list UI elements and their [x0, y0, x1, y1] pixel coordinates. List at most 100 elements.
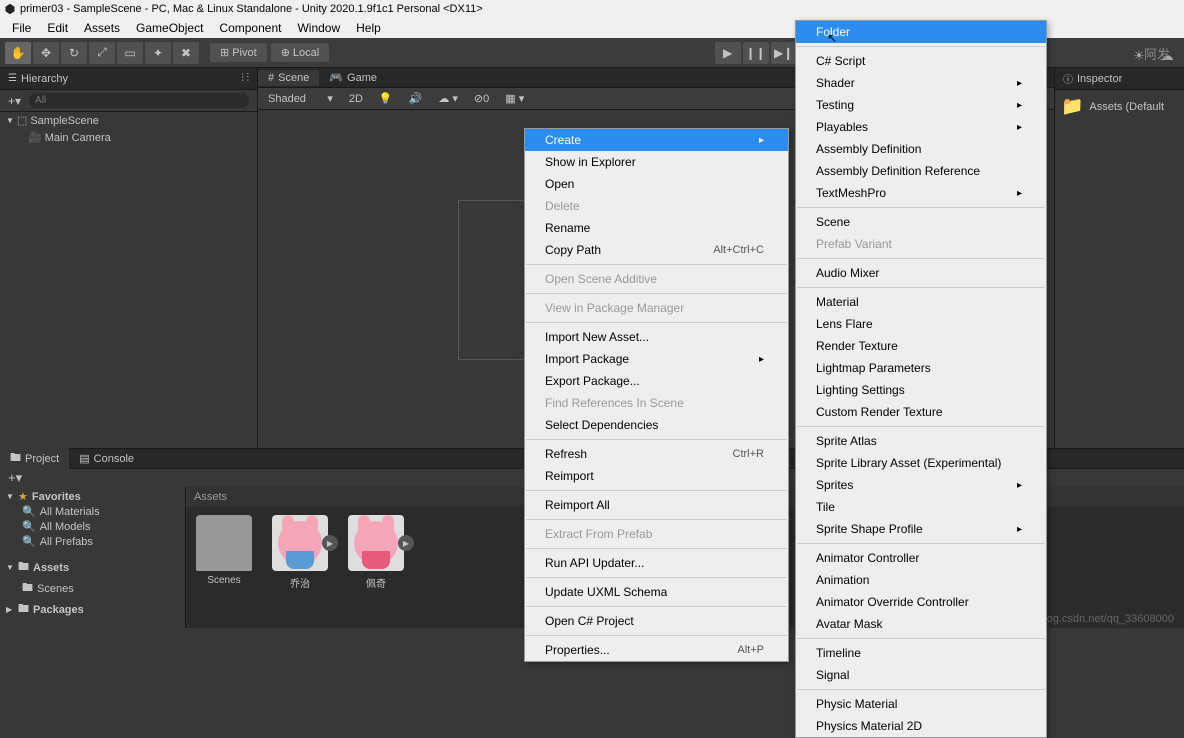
menu-item-material[interactable]: Material — [796, 291, 1046, 313]
menu-item-sprite-library-asset-experimental-[interactable]: Sprite Library Asset (Experimental) — [796, 452, 1046, 474]
menu-item-c-script[interactable]: C# Script — [796, 50, 1046, 72]
add-icon[interactable]: +▾ — [4, 94, 25, 108]
menu-item-open-c-project[interactable]: Open C# Project — [525, 610, 788, 632]
submenu-arrow-icon: ▸ — [1017, 524, 1022, 535]
pause-button[interactable]: ❙❙ — [743, 42, 769, 64]
all-prefabs[interactable]: 🔍All Prefabs — [0, 534, 185, 549]
menu-item-assembly-definition-reference[interactable]: Assembly Definition Reference — [796, 160, 1046, 182]
fx-icon[interactable]: ☁ ▾ — [432, 90, 464, 107]
create-submenu[interactable]: Folder C# ScriptShader▸Testing▸Playables▸… — [795, 20, 1047, 738]
menu-item-reimport-all[interactable]: Reimport All — [525, 494, 788, 516]
menu-item-physic-material[interactable]: Physic Material — [796, 693, 1046, 715]
menu-item-assembly-definition[interactable]: Assembly Definition — [796, 138, 1046, 160]
panel-menu-icon[interactable]: ⫶ ⋮ — [241, 73, 249, 84]
expand-arrow-icon[interactable]: ▼ — [6, 116, 14, 125]
menu-help[interactable]: Help — [348, 19, 389, 37]
hierarchy-tab[interactable]: ☰ Hierarchy ⫶ ⋮ — [0, 68, 257, 90]
menu-item-lighting-settings[interactable]: Lighting Settings — [796, 379, 1046, 401]
hierarchy-search-input[interactable] — [29, 93, 249, 108]
menu-item-textmeshpro[interactable]: TextMeshPro▸ — [796, 182, 1046, 204]
menu-item-properties-[interactable]: Properties...Alt+P — [525, 639, 788, 661]
audio-icon[interactable]: 🔊 — [403, 90, 429, 107]
menu-item-animator-override-controller[interactable]: Animator Override Controller — [796, 591, 1046, 613]
menu-item-sprites[interactable]: Sprites▸ — [796, 474, 1046, 496]
menu-assets[interactable]: Assets — [76, 19, 128, 37]
menu-item-audio-mixer[interactable]: Audio Mixer — [796, 262, 1046, 284]
shaded-dropdown[interactable]: Shaded ▾ — [262, 90, 339, 107]
menu-item-export-package-[interactable]: Export Package... — [525, 370, 788, 392]
menu-item-copy-path[interactable]: Copy PathAlt+Ctrl+C — [525, 239, 788, 261]
menu-item-rename[interactable]: Rename — [525, 217, 788, 239]
menu-item-custom-render-texture[interactable]: Custom Render Texture — [796, 401, 1046, 423]
menu-item-timeline[interactable]: Timeline — [796, 642, 1046, 664]
menu-file[interactable]: File — [4, 19, 39, 37]
menu-window[interactable]: Window — [289, 19, 348, 37]
menu-item-open[interactable]: Open — [525, 173, 788, 195]
favorites-folder[interactable]: ▼★Favorites — [0, 489, 185, 504]
menu-item-lightmap-parameters[interactable]: Lightmap Parameters — [796, 357, 1046, 379]
menu-item-show-in-explorer[interactable]: Show in Explorer — [525, 151, 788, 173]
play-button[interactable]: ▶ — [715, 42, 741, 64]
menu-item-shader[interactable]: Shader▸ — [796, 72, 1046, 94]
menu-item-refresh[interactable]: RefreshCtrl+R — [525, 443, 788, 465]
menu-item-signal[interactable]: Signal — [796, 664, 1046, 686]
assets-folder[interactable]: ▼🖿Assets — [0, 557, 185, 578]
asset-peppa[interactable]: ▶ 佩奇 — [346, 515, 406, 590]
game-tab[interactable]: 🎮Game — [319, 69, 387, 86]
menu-item-sprite-shape-profile[interactable]: Sprite Shape Profile▸ — [796, 518, 1046, 540]
pivot-toggle[interactable]: ⊞Pivot — [210, 43, 267, 62]
scale-tool[interactable]: ⤢ — [89, 42, 115, 64]
assets-context-menu[interactable]: Create▸Show in ExplorerOpenDeleteRenameC… — [524, 128, 789, 662]
rect-tool[interactable]: ▭ — [117, 42, 143, 64]
all-materials[interactable]: 🔍All Materials — [0, 504, 185, 519]
packages-folder[interactable]: ▶🖿Packages — [0, 599, 185, 620]
asset-george[interactable]: ▶ 乔治 — [270, 515, 330, 590]
menu-item-tile[interactable]: Tile — [796, 496, 1046, 518]
menu-item-update-uxml-schema[interactable]: Update UXML Schema — [525, 581, 788, 603]
project-tab[interactable]: 🖿Project — [0, 447, 69, 470]
menu-item-folder[interactable]: Folder — [796, 21, 1046, 43]
menu-edit[interactable]: Edit — [39, 19, 76, 37]
step-button[interactable]: ▶❙ — [771, 42, 797, 64]
transform-tool[interactable]: ✦ — [145, 42, 171, 64]
all-models[interactable]: 🔍All Models — [0, 519, 185, 534]
menu-item-animation[interactable]: Animation — [796, 569, 1046, 591]
menu-item-sprite-atlas[interactable]: Sprite Atlas — [796, 430, 1046, 452]
grid-icon[interactable]: ▦ ▾ — [499, 90, 530, 107]
menu-separator — [526, 577, 787, 578]
menu-item-avatar-mask[interactable]: Avatar Mask — [796, 613, 1046, 635]
console-tab[interactable]: ▤Console — [69, 450, 144, 467]
assets-default-row[interactable]: 📁 Assets (Default — [1055, 90, 1184, 123]
scene-item[interactable]: ▼ ⬚ SampleScene — [0, 112, 257, 129]
menu-item-animator-controller[interactable]: Animator Controller — [796, 547, 1046, 569]
menu-item-create[interactable]: Create▸ — [525, 129, 788, 151]
menu-component[interactable]: Component — [211, 19, 289, 37]
scene-tab[interactable]: #Scene — [258, 70, 319, 86]
camera-item[interactable]: 🎥 Main Camera — [0, 129, 257, 146]
menu-item-import-new-asset-[interactable]: Import New Asset... — [525, 326, 788, 348]
scenes-folder[interactable]: 🖿Scenes — [0, 578, 185, 599]
submenu-arrow-icon: ▸ — [1017, 480, 1022, 491]
rotate-tool[interactable]: ↻ — [61, 42, 87, 64]
move-tool[interactable]: ✥ — [33, 42, 59, 64]
menu-gameobject[interactable]: GameObject — [128, 19, 211, 37]
custom-tool[interactable]: ✖ — [173, 42, 199, 64]
menu-item-playables[interactable]: Playables▸ — [796, 116, 1046, 138]
light-icon[interactable]: 💡 — [373, 90, 399, 107]
hand-tool[interactable]: ✋ — [5, 42, 31, 64]
menu-item-reimport[interactable]: Reimport — [525, 465, 788, 487]
hidden-icon[interactable]: ⊘0 — [468, 90, 495, 107]
menu-item-run-api-updater-[interactable]: Run API Updater... — [525, 552, 788, 574]
asset-scenes-folder[interactable]: Scenes — [194, 515, 254, 590]
menu-item-select-dependencies[interactable]: Select Dependencies — [525, 414, 788, 436]
menu-item-testing[interactable]: Testing▸ — [796, 94, 1046, 116]
2d-toggle[interactable]: 2D — [343, 91, 369, 107]
menu-item-scene[interactable]: Scene — [796, 211, 1046, 233]
menu-item-render-texture[interactable]: Render Texture — [796, 335, 1046, 357]
add-icon[interactable]: +▾ — [4, 470, 26, 486]
local-toggle[interactable]: ⊕Local — [271, 43, 330, 62]
inspector-tab[interactable]: ⓘ Inspector — [1055, 68, 1184, 90]
menu-item-import-package[interactable]: Import Package▸ — [525, 348, 788, 370]
menu-item-physics-material-2d[interactable]: Physics Material 2D — [796, 715, 1046, 737]
menu-item-lens-flare[interactable]: Lens Flare — [796, 313, 1046, 335]
